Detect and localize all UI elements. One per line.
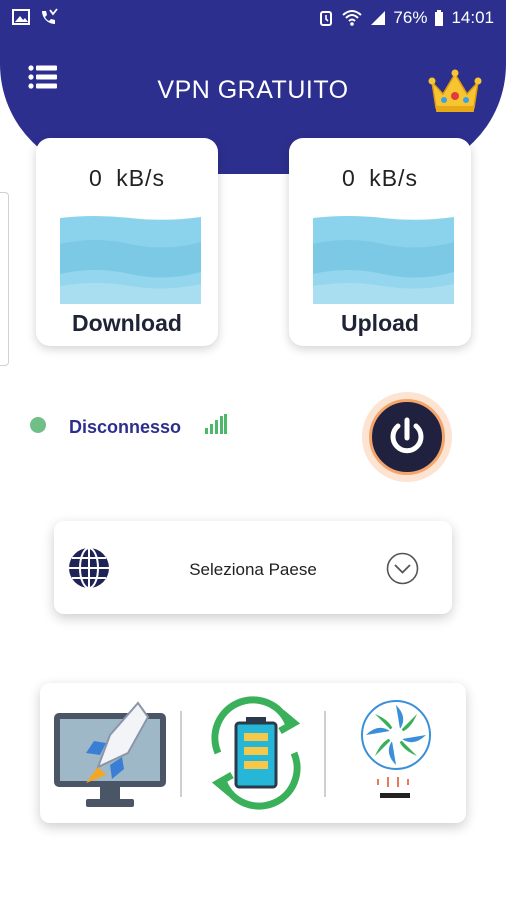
download-label: Download [72, 310, 182, 336]
upload-speed-value: 0 kB/s [342, 165, 418, 191]
download-speed-value: 0 kB/s [89, 165, 165, 191]
power-icon [390, 417, 424, 454]
gallery-notification-icon [12, 9, 30, 25]
battery-icon [435, 10, 444, 26]
cpu-cooler-icon[interactable] [356, 695, 436, 811]
country-select[interactable]: Seleziona Paese [54, 521, 452, 614]
tools-card [40, 683, 466, 823]
tools-divider [180, 711, 182, 797]
tools-divider [324, 711, 326, 797]
upload-wave-graphic [313, 216, 454, 304]
signal-strength-icon [205, 414, 227, 434]
crown-icon[interactable] [428, 68, 482, 116]
battery-saver-icon[interactable] [198, 695, 314, 811]
wifi-icon [342, 10, 363, 26]
status-bar: 76% 14:01 [0, 0, 506, 36]
chevron-down-icon [386, 552, 419, 585]
connection-status-dot [30, 417, 46, 433]
battery-percent: 76% [393, 8, 428, 27]
rocket-boost-icon[interactable] [52, 695, 170, 813]
side-drawer-handle[interactable] [0, 192, 9, 366]
alarm-icon [320, 11, 333, 26]
download-speed-card: 0 kB/s Download [36, 138, 218, 346]
download-wave-graphic [60, 216, 201, 304]
connect-power-button[interactable] [362, 392, 452, 482]
missed-call-icon [42, 8, 58, 24]
upload-speed-card: 0 kB/s Upload [289, 138, 471, 346]
clock: 14:01 [451, 8, 494, 27]
upload-label: Upload [341, 310, 419, 336]
power-button-inner [369, 399, 445, 475]
connection-status-text: Disconnesso [69, 417, 182, 437]
cell-signal-icon [371, 11, 386, 25]
